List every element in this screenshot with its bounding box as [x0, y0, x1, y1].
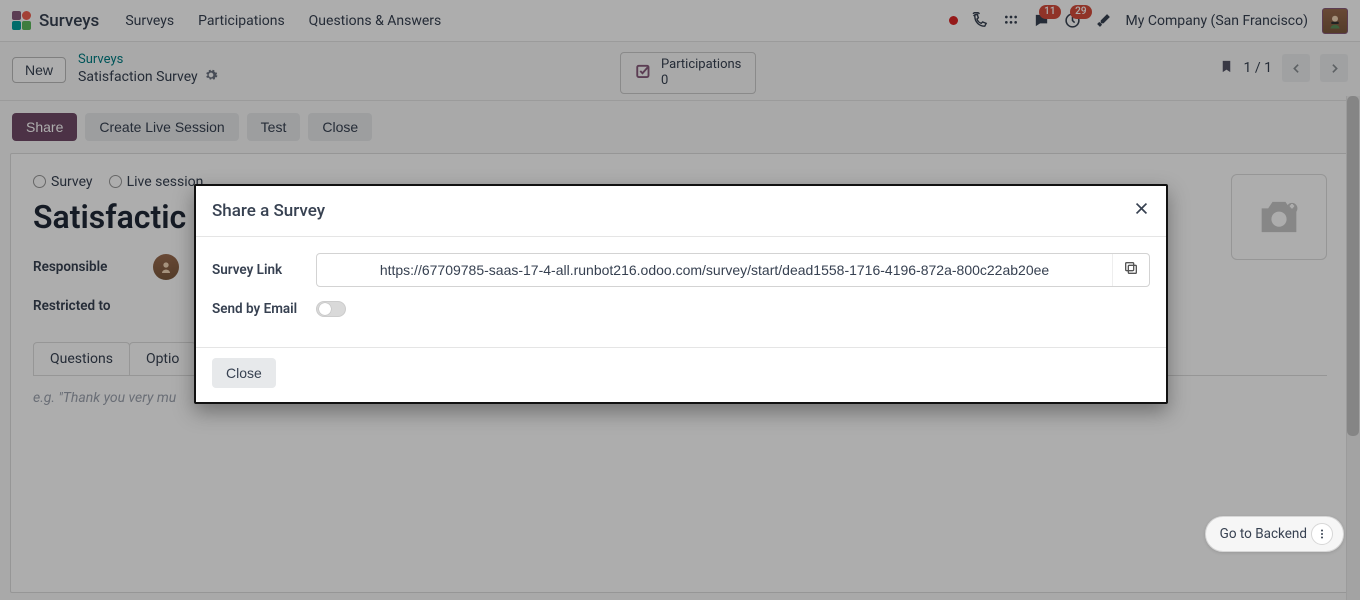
survey-link-field — [316, 253, 1150, 287]
kebab-icon[interactable] — [1311, 523, 1333, 545]
modal-title: Share a Survey — [212, 201, 325, 221]
close-icon[interactable] — [1133, 200, 1150, 222]
share-survey-modal: Share a Survey Survey Link Send by Email… — [194, 184, 1168, 404]
send-by-email-toggle[interactable] — [316, 301, 346, 317]
send-by-email-label: Send by Email — [212, 301, 316, 317]
survey-link-label: Survey Link — [212, 262, 316, 278]
modal-close-button[interactable]: Close — [212, 358, 276, 388]
modal-footer: Close — [196, 347, 1166, 402]
go-to-backend[interactable]: Go to Backend — [1205, 516, 1344, 552]
modal-body: Survey Link Send by Email — [196, 237, 1166, 347]
survey-link-input[interactable] — [317, 254, 1112, 286]
copy-icon[interactable] — [1112, 254, 1149, 286]
modal-header: Share a Survey — [196, 186, 1166, 237]
go-to-backend-label: Go to Backend — [1220, 526, 1307, 542]
